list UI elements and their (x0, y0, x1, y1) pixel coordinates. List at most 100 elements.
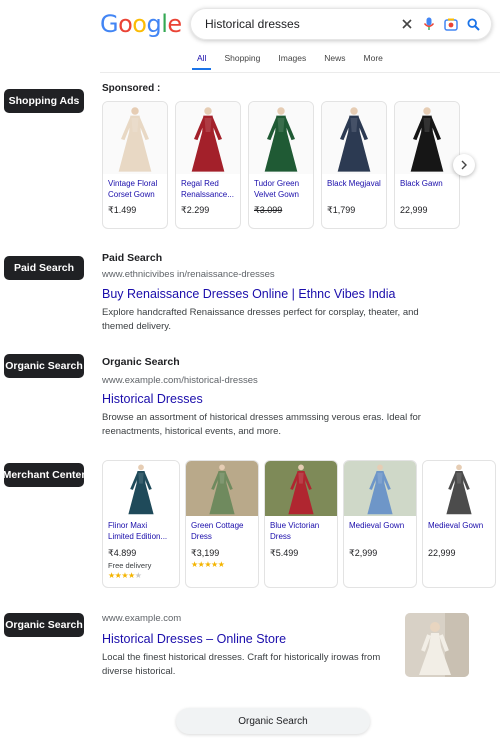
sponsored-product-card[interactable]: Tudor Green Velvet Gown ₹3.099 (248, 101, 314, 229)
tab-images[interactable]: Images (269, 52, 315, 70)
dress-image (446, 464, 472, 515)
star-icon: ★ (128, 571, 135, 580)
star-rating: ★★★★★ (103, 570, 179, 580)
product-image (344, 461, 416, 516)
delivery-note: Free delivery (108, 561, 152, 570)
product-image (103, 102, 167, 174)
organic-search-heading: Organic Search (102, 356, 180, 368)
product-price: ₹2,999 (349, 548, 378, 558)
paid-result-title[interactable]: Buy Renaissance Dresses Online | Ethnc V… (102, 287, 395, 301)
merchant-product-card[interactable]: Medieval Gown ₹2,999 (343, 460, 417, 588)
logo-letter: g (146, 10, 162, 38)
product-name[interactable]: Green Cottage Dress (186, 516, 258, 546)
paid-result-url[interactable]: www.ethnicivibes in/renaissance-dresses (102, 269, 275, 280)
merchant-product-card[interactable]: Blue Victorian Dress ₹5.499 (264, 460, 338, 588)
dress-image (410, 107, 444, 172)
paid-result-description: Explore handcrafted Renaissance dresses … (102, 307, 419, 332)
dress-image (264, 107, 298, 172)
star-icon: ★ (217, 560, 225, 569)
tab-all[interactable]: All (188, 52, 215, 70)
search-tabs: All Shopping Images News More (188, 52, 392, 70)
sponsored-heading: Sponsored : (102, 83, 161, 94)
product-image (176, 102, 240, 174)
sponsored-product-card[interactable]: Black Megjaval ₹1,799 (321, 101, 387, 229)
google-logo[interactable]: Google (100, 10, 182, 38)
product-name[interactable]: Tudor Green Velvet Gown (249, 174, 313, 201)
organic-result-2-description: Local the finest historical dresses. Cra… (102, 652, 381, 677)
product-image (395, 102, 459, 174)
product-image (265, 461, 337, 516)
product-price: ₹1,799 (327, 205, 356, 215)
logo-letter: o (132, 10, 147, 38)
product-price: 22,999 (428, 548, 456, 558)
organic-search-button[interactable]: Organic Search (176, 708, 370, 734)
logo-letter: e (167, 10, 182, 38)
product-name[interactable]: Vintage Floral Corset Gown (103, 174, 167, 201)
product-price: ₹3,199 (191, 548, 220, 558)
merchant-product-card[interactable]: Green Cottage Dress ₹3,199 ★★★★★ (185, 460, 259, 588)
product-name[interactable]: Medieval Gown (423, 516, 495, 546)
tab-more[interactable]: More (355, 52, 392, 70)
chevron-right-icon (461, 160, 467, 170)
product-name[interactable]: Blue Victorian Dress (265, 516, 337, 546)
microphone-icon[interactable] (419, 14, 439, 34)
organic-result-url[interactable]: www.example.com/historical-dresses (102, 375, 258, 386)
paid-search-heading: Paid Search (102, 252, 163, 264)
search-input[interactable]: Historical dresses (205, 17, 395, 31)
product-name[interactable]: Medieval Gown (344, 516, 416, 546)
product-price: ₹3.099 (254, 205, 283, 215)
merchant-products: Flinor Maxi Limited Edition... ₹4.899 Free… (102, 460, 496, 588)
dress-image (337, 107, 371, 172)
organic-result-title[interactable]: Historical Dresses (102, 392, 203, 406)
label-organic-search: Organic Search (4, 354, 84, 378)
logo-letter: G (100, 10, 119, 38)
product-name[interactable]: Black Gawn (395, 174, 459, 201)
product-name[interactable]: Flinor Maxi Limited Edition... (103, 516, 179, 546)
organic-result-2-url[interactable]: www.example.com (102, 613, 181, 624)
product-price: ₹1.499 (108, 205, 137, 215)
star-rating: ★★★★★ (186, 559, 258, 569)
dress-image (288, 464, 314, 515)
label-organic-search-2: Organic Search (4, 613, 84, 637)
clear-icon[interactable] (397, 14, 417, 34)
merchant-product-card[interactable]: Flinor Maxi Limited Edition... ₹4.899 Free… (102, 460, 180, 588)
tab-shopping[interactable]: Shopping (215, 52, 269, 70)
product-price: 22,999 (400, 205, 428, 215)
product-price: ₹4.899 (108, 548, 137, 558)
product-image (249, 102, 313, 174)
search-icon[interactable] (463, 14, 483, 34)
dress-image (367, 464, 393, 515)
product-image (103, 461, 179, 516)
star-icon: ★ (108, 571, 115, 580)
tab-news[interactable]: News (315, 52, 354, 70)
sponsored-product-card[interactable]: Black Gawn 22,999 (394, 101, 460, 229)
label-merchant-center: Merchant Center (3, 463, 85, 487)
label-paid-search: Paid Search (4, 256, 84, 280)
search-box[interactable]: Historical dresses (190, 8, 492, 40)
organic-result-2-thumbnail[interactable] (405, 613, 469, 677)
carousel-next-button[interactable] (453, 154, 475, 176)
star-icon: ★ (134, 571, 142, 580)
product-price: ₹2.299 (181, 205, 210, 215)
header-divider (100, 72, 500, 73)
product-image (186, 461, 258, 516)
product-image (423, 461, 495, 516)
dress-image (128, 464, 154, 515)
organic-result-description: Browse an assortment of historical dress… (102, 412, 421, 437)
product-name[interactable]: Regal Red Renalssance... (176, 174, 240, 201)
sponsored-products: Vintage Floral Corset Gown ₹1.499 Regal Re… (102, 101, 460, 229)
star-icon: ★ (121, 571, 129, 580)
label-shopping-ads: Shopping Ads (4, 89, 84, 113)
camera-lens-icon[interactable] (441, 14, 461, 34)
merchant-product-card[interactable]: Medieval Gown 22,999 (422, 460, 496, 588)
sponsored-product-card[interactable]: Vintage Floral Corset Gown ₹1.499 (102, 101, 168, 229)
star-icon: ★ (191, 560, 198, 569)
dress-image (209, 464, 235, 515)
product-price: ₹5.499 (270, 548, 299, 558)
star-icon: ★ (211, 560, 218, 569)
organic-result-2-title[interactable]: Historical Dresses – Online Store (102, 632, 286, 646)
sponsored-product-card[interactable]: Regal Red Renalssance... ₹2.299 (175, 101, 241, 229)
product-name[interactable]: Black Megjaval (322, 174, 386, 201)
product-image (322, 102, 386, 174)
star-icon: ★ (204, 560, 212, 569)
